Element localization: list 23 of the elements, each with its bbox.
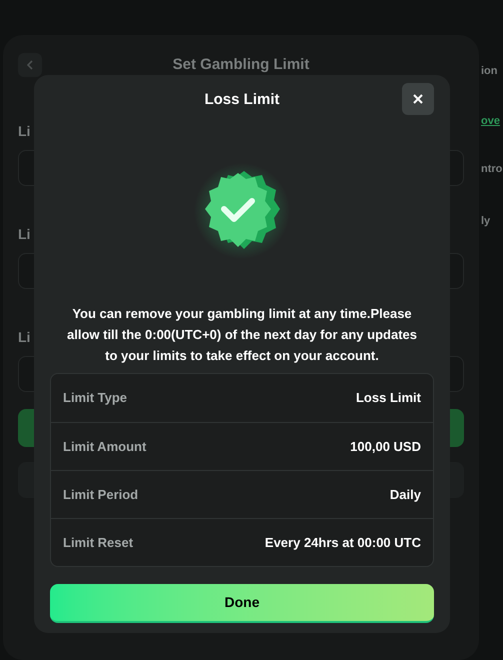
detail-label: Limit Amount (63, 438, 146, 456)
detail-label: Limit Period (63, 486, 138, 504)
field-label: Li (18, 328, 30, 347)
side-text: ion (481, 64, 498, 78)
detail-value: Every 24hrs at 00:00 UTC (264, 534, 421, 552)
chevron-left-icon (26, 60, 34, 70)
done-button[interactable]: Done (50, 584, 434, 623)
close-icon (413, 94, 423, 104)
detail-value: 100,00 USD (350, 438, 421, 456)
side-link[interactable]: ove (481, 114, 502, 128)
close-button[interactable] (402, 83, 434, 115)
panel-title: Set Gambling Limit (172, 54, 310, 75)
detail-label: Limit Reset (63, 534, 134, 552)
field-label: Li (18, 122, 30, 141)
info-message: You can remove your gambling limit at any time.Please allow till the 0:00(UTC+0) of the next day for any updates to your limits to take effect on your account. (66, 305, 418, 365)
side-text: ntro (481, 162, 502, 176)
detail-value: Loss Limit (356, 389, 421, 408)
check-badge-icon (194, 163, 290, 259)
detail-value: Daily (390, 486, 421, 504)
field-label: Li (18, 225, 30, 244)
dialog-title: Loss Limit (204, 90, 280, 110)
detail-label: Limit Type (63, 389, 128, 408)
side-text: ly (481, 214, 492, 228)
